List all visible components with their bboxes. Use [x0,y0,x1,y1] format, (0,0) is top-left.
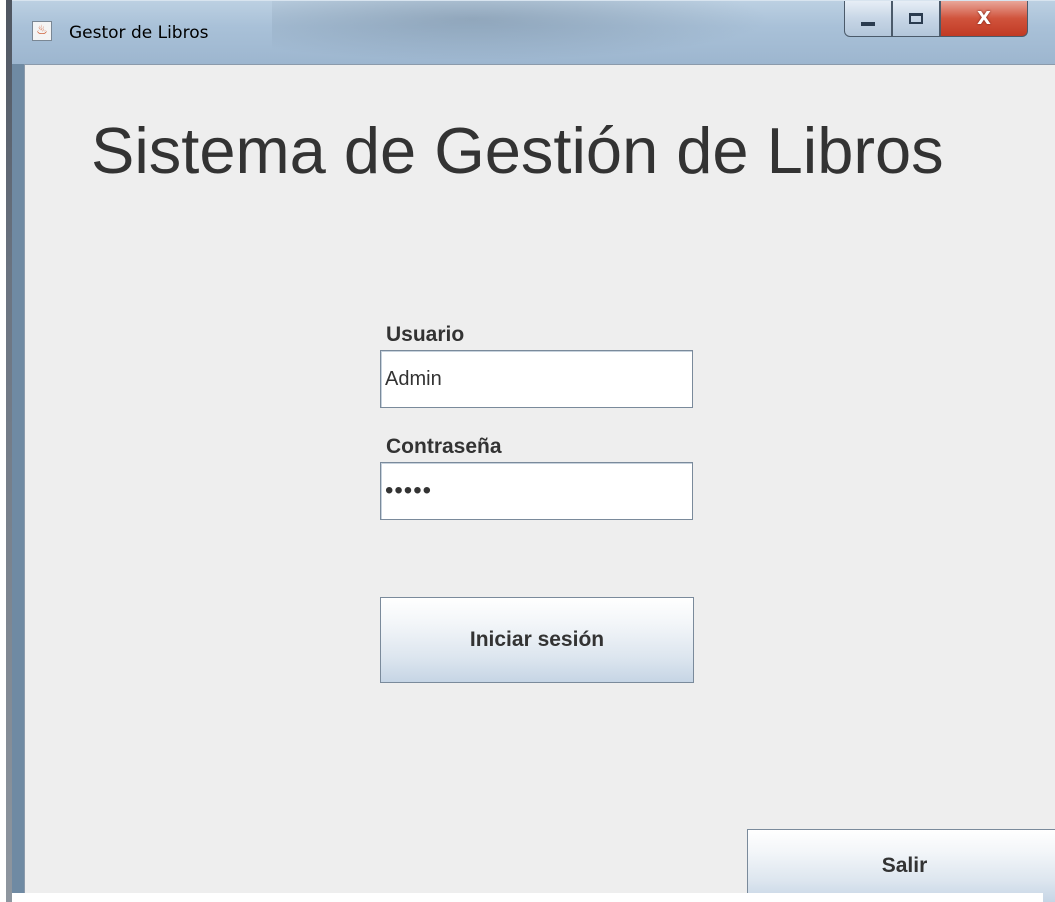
login-window: ♨ Gestor de Libros X Sistema de Gestión … [12,0,1055,902]
username-label: Usuario [386,323,465,346]
minimize-button[interactable] [844,1,892,37]
password-label: Contraseña [386,435,502,458]
minimize-icon [861,21,875,26]
maximize-button[interactable] [892,1,940,37]
caption-buttons: X [844,1,1050,45]
desktop-background-bottom [12,893,1043,902]
login-button[interactable]: Iniciar sesión [380,597,694,683]
username-field[interactable]: Admin [380,350,693,408]
desktop-background-strip [0,0,12,902]
login-panel: Sistema de Gestión de Libros Usuario Adm… [24,64,1055,902]
exit-button[interactable]: Salir [747,829,1055,902]
close-button[interactable]: X [940,1,1028,37]
window-title: Gestor de Libros [69,23,209,43]
maximize-icon [909,13,923,24]
java-coffee-icon: ♨ [32,21,52,41]
page-title: Sistema de Gestión de Libros [91,114,944,187]
password-field[interactable]: ••••• [380,462,693,520]
close-icon: X [977,8,991,29]
title-bar[interactable]: ♨ Gestor de Libros X [12,0,1055,64]
